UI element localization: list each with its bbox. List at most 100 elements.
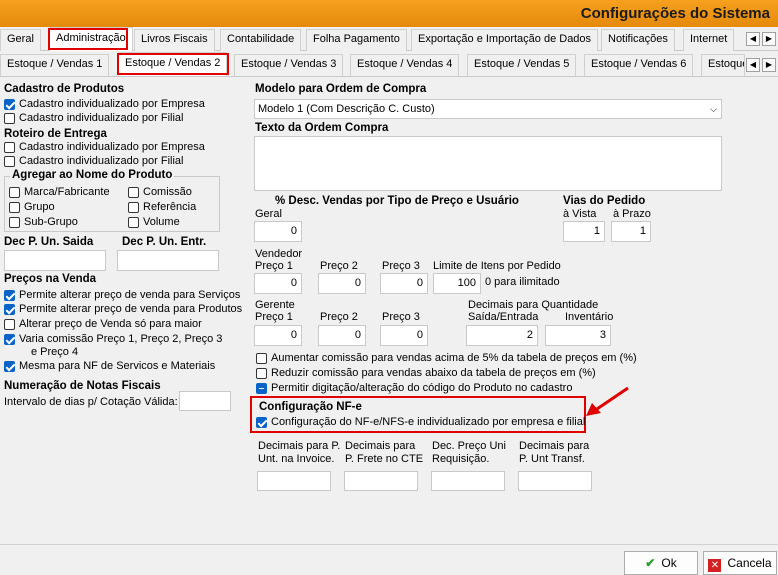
varia-comissao-label-2: e Preço 4: [31, 346, 79, 358]
roteiro-title: Roteiro de Entrega: [4, 128, 107, 140]
tab-administracao[interactable]: Administração: [49, 27, 133, 51]
roteiro-filial-checkbox[interactable]: [4, 156, 15, 167]
texto-ordem-textarea[interactable]: [254, 136, 722, 191]
referencia-checkbox[interactable]: [128, 202, 139, 213]
subtab-scroll-right-icon[interactable]: ▶: [762, 58, 776, 72]
mesma-nf-label: Mesma para NF de Servicos e Materiais: [19, 360, 216, 372]
vendedor-preco3-input[interactable]: 0: [380, 273, 428, 294]
precos-servicos-checkbox[interactable]: [4, 290, 15, 301]
comissao-label: Comissão: [143, 186, 192, 198]
gerente-preco1-input[interactable]: 0: [254, 325, 302, 346]
comissao-checkbox[interactable]: [128, 187, 139, 198]
intervalo-input[interactable]: [179, 391, 231, 411]
dec-invoice-label-2: Unt. na Invoice.: [258, 453, 335, 465]
main-tabs: Geral Administração Livros Fiscais Conta…: [0, 27, 778, 51]
volume-checkbox[interactable]: [128, 217, 139, 228]
gerente-preco3-label: Preço 3: [382, 311, 420, 323]
tab-scroll-right-icon[interactable]: ▶: [762, 32, 776, 46]
cancel-button[interactable]: ✕ Cancela: [703, 551, 777, 575]
decimais-label: Decimais para Quantidade: [468, 299, 599, 311]
tab-internet[interactable]: Internet: [683, 29, 735, 51]
intervalo-label: Intervalo de dias p/ Cotação Válida:: [4, 396, 178, 408]
decimais-inv-label: Inventário: [565, 311, 614, 323]
vendedor-preco1-input[interactable]: 0: [254, 273, 302, 294]
aumentar-comissao-checkbox[interactable]: [256, 353, 267, 364]
vendedor-preco1-label: Preço 1: [255, 260, 293, 272]
subtab-scroll-left-icon[interactable]: ◀: [746, 58, 760, 72]
numeracao-title: Numeração de Notas Fiscais: [4, 380, 161, 392]
volume-label: Volume: [143, 216, 180, 228]
decimais-saida-input[interactable]: 2: [466, 325, 538, 346]
reduzir-comissao-checkbox[interactable]: [256, 368, 267, 379]
tab-exportacao[interactable]: Exportação e Importação de Dados: [411, 29, 599, 51]
marca-checkbox[interactable]: [9, 187, 20, 198]
vias-avista-input[interactable]: 1: [563, 221, 605, 242]
cancel-label: Cancela: [727, 556, 772, 570]
dec-frete-label-2: P. Frete no CTE: [345, 453, 424, 465]
modelo-select[interactable]: Modelo 1 (Com Descrição C. Custo) ⌵: [254, 99, 722, 119]
chevron-down-icon: ⌵: [710, 104, 717, 114]
roteiro-empresa-checkbox[interactable]: [4, 142, 15, 153]
dec-frete-input[interactable]: [344, 471, 418, 491]
precos-servicos-label: Permite alterar preço de venda para Serv…: [19, 289, 241, 301]
gerente-preco3-input[interactable]: 0: [380, 325, 428, 346]
tab-notificacoes[interactable]: Notificações: [601, 29, 675, 51]
nfe-label: Configuração do NF-e/NFS-e individualiza…: [271, 416, 586, 428]
modelo-value: Modelo 1 (Com Descrição C. Custo): [258, 103, 435, 115]
title-bar: Configurações do Sistema: [0, 0, 778, 27]
ok-button[interactable]: ✔ Ok: [624, 551, 698, 575]
tab-scroll-left-icon[interactable]: ◀: [746, 32, 760, 46]
roteiro-filial-label: Cadastro individualizado por Filial: [19, 155, 184, 167]
limite-label: Limite de Itens por Pedido: [433, 260, 561, 272]
tab-estoque-2[interactable]: Estoque / Vendas 2: [118, 52, 228, 76]
dec-transf-input[interactable]: [518, 471, 592, 491]
tab-contabilidade[interactable]: Contabilidade: [220, 29, 302, 51]
dec-transf-label-1: Decimais para: [519, 440, 590, 452]
tab-estoque-3[interactable]: Estoque / Vendas 3: [234, 54, 344, 76]
vias-title: Vias do Pedido: [563, 195, 646, 207]
decimais-saida-label: Saída/Entrada: [468, 311, 539, 323]
aumentar-comissao-label: Aumentar comissão para vendas acima de 5…: [271, 352, 637, 364]
tab-geral[interactable]: Geral: [0, 29, 41, 51]
vias-aprazo-input[interactable]: 1: [611, 221, 651, 242]
cadastro-empresa-checkbox[interactable]: [4, 99, 15, 110]
dec-saida-input[interactable]: [4, 250, 106, 271]
limite-input[interactable]: 100: [433, 273, 481, 294]
referencia-label: Referência: [143, 201, 197, 213]
tab-estoque-5[interactable]: Estoque / Vendas 5: [467, 54, 577, 76]
vendedor-preco3-label: Preço 3: [382, 260, 420, 272]
subgrupo-checkbox[interactable]: [9, 217, 20, 228]
precos-title: Preços na Venda: [4, 273, 97, 285]
permitir-digitacao-checkbox[interactable]: [256, 383, 267, 394]
cadastro-filial-checkbox[interactable]: [4, 113, 15, 124]
dec-entr-input[interactable]: [117, 250, 219, 271]
tab-estoque-1[interactable]: Estoque / Vendas 1: [0, 54, 110, 76]
permitir-digitacao-label: Permitir digitação/alteração do código d…: [271, 382, 573, 394]
gerente-preco2-input[interactable]: 0: [318, 325, 366, 346]
dec-invoice-input[interactable]: [257, 471, 331, 491]
grupo-checkbox[interactable]: [9, 202, 20, 213]
tab-estoque-6[interactable]: Estoque / Vendas 6: [584, 54, 694, 76]
agregar-title: Agregar ao Nome do Produto: [10, 169, 175, 181]
gerente-label: Gerente: [255, 299, 295, 311]
decimais-inv-input[interactable]: 3: [545, 325, 611, 346]
varia-comissao-checkbox[interactable]: [4, 334, 15, 345]
tab-folha-pagamento[interactable]: Folha Pagamento: [306, 29, 407, 51]
tab-estoque-7[interactable]: Estoque: [701, 54, 745, 76]
cadastro-empresa-label: Cadastro individualizado por Empresa: [19, 98, 205, 110]
geral-input[interactable]: 0: [254, 221, 302, 242]
nfe-title: Configuração NF-e: [259, 401, 362, 413]
dec-requisicao-input[interactable]: [431, 471, 505, 491]
precos-produtos-checkbox[interactable]: [4, 304, 15, 315]
tab-estoque-4[interactable]: Estoque / Vendas 4: [350, 54, 460, 76]
vendedor-preco2-input[interactable]: 0: [318, 273, 366, 294]
gerente-preco2-label: Preço 2: [320, 311, 358, 323]
precos-maior-checkbox[interactable]: [4, 319, 15, 330]
mesma-nf-checkbox[interactable]: [4, 361, 15, 372]
sub-tabs: Estoque / Vendas 1 Estoque / Vendas 2 Es…: [0, 52, 778, 77]
tab-livros-fiscais[interactable]: Livros Fiscais: [134, 29, 215, 51]
nfe-checkbox[interactable]: [256, 417, 267, 428]
window-title: Configurações do Sistema: [580, 5, 770, 22]
cadastro-filial-label: Cadastro individualizado por Filial: [19, 112, 184, 124]
reduzir-comissao-label: Reduzir comissão para vendas abaixo da t…: [271, 367, 596, 379]
